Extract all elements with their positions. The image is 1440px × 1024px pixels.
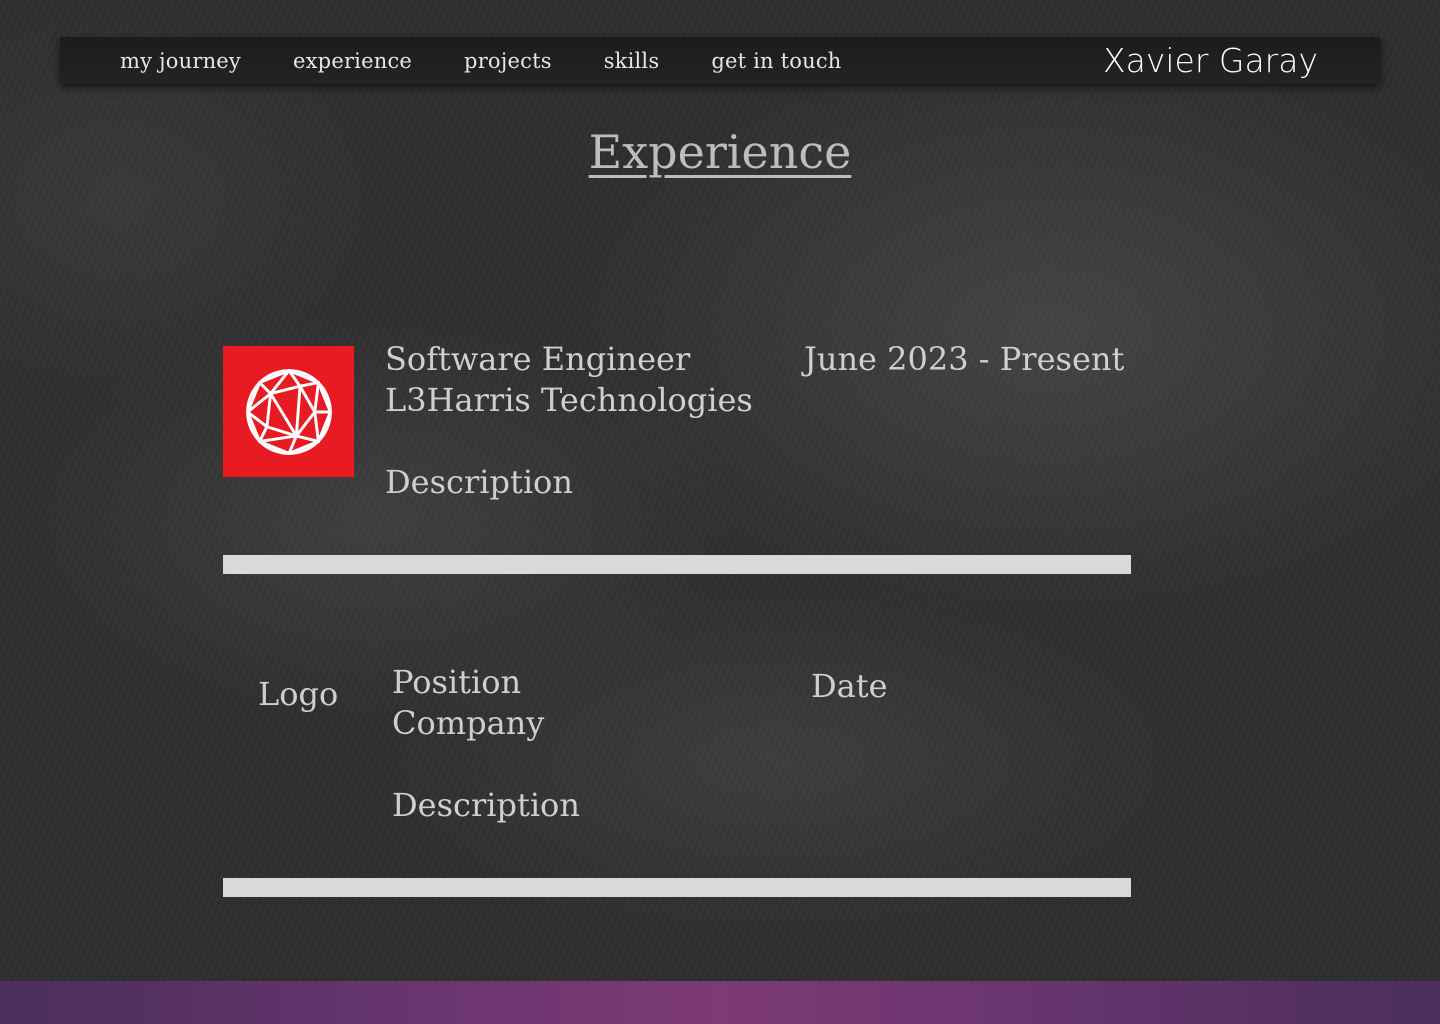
company-logo	[223, 346, 354, 477]
company-logo-placeholder: Logo	[258, 675, 339, 713]
nav-links: my journey experience projects skills ge…	[120, 37, 842, 84]
top-navbar: my journey experience projects skills ge…	[60, 37, 1380, 84]
nav-link-get-in-touch[interactable]: get in touch	[711, 49, 841, 73]
entry-divider	[223, 878, 1131, 897]
nav-link-experience[interactable]: experience	[293, 49, 412, 73]
job-position: Software Engineer	[385, 340, 691, 378]
entry-divider	[223, 555, 1131, 574]
footer-strip	[0, 981, 1440, 1024]
company-name: L3Harris Technologies	[385, 381, 753, 419]
job-date-range: Date	[811, 667, 888, 705]
job-description: Description	[392, 786, 580, 824]
site-brand-name[interactable]: Xavier Garay	[1103, 37, 1318, 84]
company-name: Company	[392, 704, 545, 742]
geodesic-sphere-icon	[245, 368, 332, 455]
nav-link-skills[interactable]: skills	[604, 49, 660, 73]
job-date-range: June 2023 - Present	[804, 340, 1125, 378]
job-description: Description	[385, 463, 573, 501]
nav-link-my-journey[interactable]: my journey	[120, 49, 241, 73]
page-title: Experience	[588, 125, 852, 179]
job-position: Position	[392, 663, 522, 701]
nav-link-projects[interactable]: projects	[464, 49, 552, 73]
